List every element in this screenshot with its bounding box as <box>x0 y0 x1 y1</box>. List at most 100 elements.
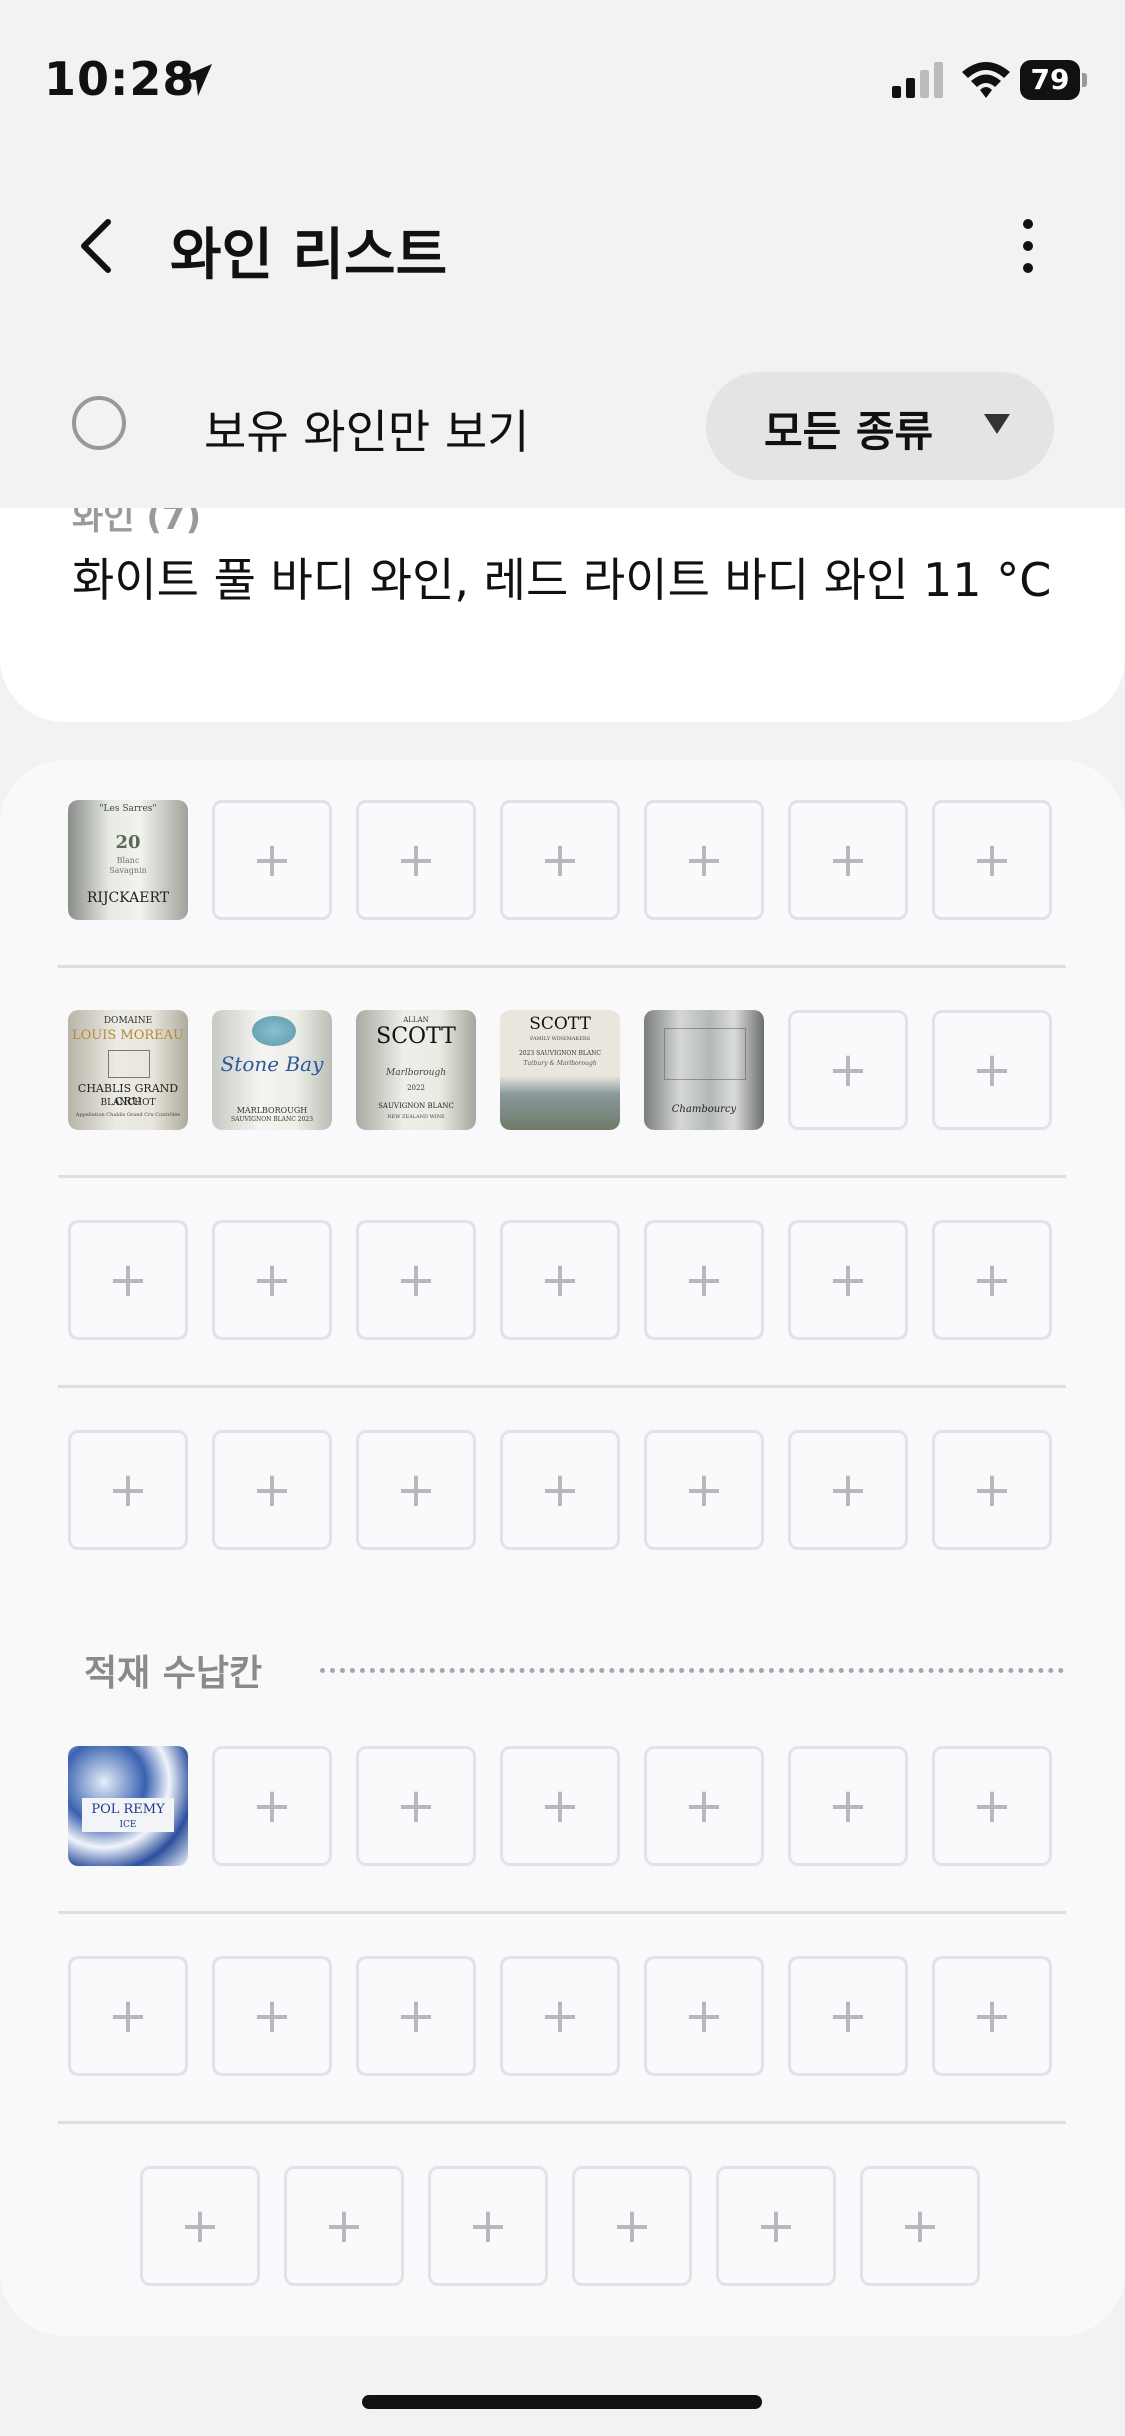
plus-icon: + <box>971 1462 1013 1518</box>
empty-storage-slot[interactable]: + <box>644 1956 764 2076</box>
empty-wine-slot[interactable]: + <box>932 800 1052 920</box>
plus-icon: + <box>683 1778 725 1834</box>
empty-storage-slot[interactable]: + <box>860 2166 980 2286</box>
empty-wine-slot[interactable]: + <box>500 1220 620 1340</box>
empty-wine-slot[interactable]: + <box>788 1430 908 1550</box>
empty-wine-slot[interactable]: + <box>644 1220 764 1340</box>
rack-row: + + + + + + + <box>0 1430 1125 1556</box>
empty-wine-slot[interactable]: + <box>356 1220 476 1340</box>
empty-wine-slot[interactable]: + <box>356 1430 476 1550</box>
plus-icon: + <box>971 832 1013 888</box>
plus-icon: + <box>827 1462 869 1518</box>
location-arrow-icon <box>180 64 212 96</box>
empty-wine-slot[interactable]: + <box>644 800 764 920</box>
empty-storage-slot[interactable]: + <box>788 1956 908 2076</box>
empty-wine-slot[interactable]: + <box>500 800 620 920</box>
rack-divider <box>58 2121 1066 2124</box>
plus-icon: + <box>467 2198 509 2254</box>
wine-slot-allan-scott[interactable]: ALLAN SCOTT Marlborough 2022 SAUVIGNON B… <box>356 1010 476 1130</box>
rack-row: + + + + + + + <box>0 1220 1125 1346</box>
plus-icon: + <box>683 1988 725 2044</box>
plus-icon: + <box>539 1252 581 1308</box>
plus-icon: + <box>827 1252 869 1308</box>
storage-section-title: 적재 수납칸 <box>84 1653 263 1694</box>
plus-icon: + <box>539 832 581 888</box>
plus-icon: + <box>827 1988 869 2044</box>
empty-wine-slot[interactable]: + <box>932 1430 1052 1550</box>
empty-storage-slot[interactable]: + <box>428 2166 548 2286</box>
storage-row: + + + + + + + <box>0 1956 1125 2082</box>
storage-row: + + + + + + <box>0 2166 1125 2292</box>
empty-storage-slot[interactable]: + <box>644 1746 764 1866</box>
wine-type-dropdown[interactable]: 모든 종류 <box>706 372 1054 480</box>
empty-storage-slot[interactable]: + <box>788 1746 908 1866</box>
empty-storage-slot[interactable]: + <box>932 1746 1052 1866</box>
plus-icon: + <box>179 2198 221 2254</box>
empty-storage-slot[interactable]: + <box>500 1956 620 2076</box>
owned-only-label[interactable]: 보유 와인만 보기 <box>204 396 529 462</box>
wine-slot-chambourcy[interactable]: Chambourcy <box>644 1010 764 1130</box>
plus-icon: + <box>539 1462 581 1518</box>
wine-slot-louis-moreau[interactable]: DOMAINE LOUIS MOREAU CHABLIS GRAND CRU B… <box>68 1010 188 1130</box>
plus-icon: + <box>539 1778 581 1834</box>
more-options-icon[interactable] <box>1010 216 1046 276</box>
plus-icon: + <box>395 832 437 888</box>
plus-icon: + <box>107 1988 149 2044</box>
empty-storage-slot[interactable]: + <box>212 1956 332 2076</box>
wine-count-label: 와인 (7) <box>72 508 202 538</box>
rack-divider <box>58 1385 1066 1388</box>
wine-info-card: 와인 (7) 화이트 풀 바디 와인, 레드 라이트 바디 와인 11 °C <box>0 508 1125 722</box>
wine-slot-scott-family[interactable]: SCOTT FAMILY WINEMAKERS 2023 SAUVIGNON B… <box>500 1010 620 1130</box>
empty-wine-slot[interactable]: + <box>212 1430 332 1550</box>
empty-wine-slot[interactable]: + <box>212 1220 332 1340</box>
plus-icon: + <box>251 1778 293 1834</box>
status-bar: 10:28 79 <box>0 0 1125 150</box>
empty-storage-slot[interactable]: + <box>356 1746 476 1866</box>
plus-icon: + <box>251 1462 293 1518</box>
wine-type-selected: 모든 종류 <box>764 407 934 456</box>
empty-storage-slot[interactable]: + <box>284 2166 404 2286</box>
empty-wine-slot[interactable]: + <box>788 800 908 920</box>
empty-storage-slot[interactable]: + <box>212 1746 332 1866</box>
empty-storage-slot[interactable]: + <box>572 2166 692 2286</box>
empty-storage-slot[interactable]: + <box>932 1956 1052 2076</box>
plus-icon: + <box>827 832 869 888</box>
empty-wine-slot[interactable]: + <box>356 800 476 920</box>
plus-icon: + <box>395 1252 437 1308</box>
empty-wine-slot[interactable]: + <box>68 1430 188 1550</box>
plus-icon: + <box>827 1042 869 1098</box>
plus-icon: + <box>251 832 293 888</box>
empty-wine-slot[interactable]: + <box>644 1430 764 1550</box>
empty-storage-slot[interactable]: + <box>356 1956 476 2076</box>
empty-wine-slot[interactable]: + <box>932 1220 1052 1340</box>
empty-wine-slot[interactable]: + <box>788 1220 908 1340</box>
wine-slot-pol-remy[interactable]: POL REMY ICE <box>68 1746 188 1866</box>
empty-storage-slot[interactable]: + <box>716 2166 836 2286</box>
wine-rack-card: "Les Sarres" 20 Blanc Savagnin RIJCKAERT… <box>0 760 1125 2336</box>
plus-icon: + <box>971 1778 1013 1834</box>
empty-wine-slot[interactable]: + <box>212 800 332 920</box>
plus-icon: + <box>683 1462 725 1518</box>
page-title: 와인 리스트 <box>170 223 448 288</box>
plus-icon: + <box>107 1462 149 1518</box>
plus-icon: + <box>323 2198 365 2254</box>
owned-only-radio[interactable] <box>72 396 126 450</box>
empty-wine-slot[interactable]: + <box>788 1010 908 1130</box>
home-indicator <box>362 2395 762 2409</box>
empty-wine-slot[interactable]: + <box>68 1220 188 1340</box>
plus-icon: + <box>971 1252 1013 1308</box>
back-chevron-icon[interactable] <box>72 216 122 276</box>
empty-wine-slot[interactable]: + <box>932 1010 1052 1130</box>
rack-row: "Les Sarres" 20 Blanc Savagnin RIJCKAERT… <box>0 800 1125 926</box>
storage-row: POL REMY ICE + + + + + + <box>0 1746 1125 1872</box>
empty-storage-slot[interactable]: + <box>140 2166 260 2286</box>
wine-slot-stone-bay[interactable]: Stone Bay MARLBOROUGH SAUVIGNON BLANC 20… <box>212 1010 332 1130</box>
plus-icon: + <box>755 2198 797 2254</box>
empty-wine-slot[interactable]: + <box>500 1430 620 1550</box>
cellular-signal-icon <box>892 62 943 98</box>
plus-icon: + <box>971 1042 1013 1098</box>
empty-storage-slot[interactable]: + <box>500 1746 620 1866</box>
empty-storage-slot[interactable]: + <box>68 1956 188 2076</box>
wine-slot-rijckaert[interactable]: "Les Sarres" 20 Blanc Savagnin RIJCKAERT <box>68 800 188 920</box>
rack-divider <box>58 1175 1066 1178</box>
